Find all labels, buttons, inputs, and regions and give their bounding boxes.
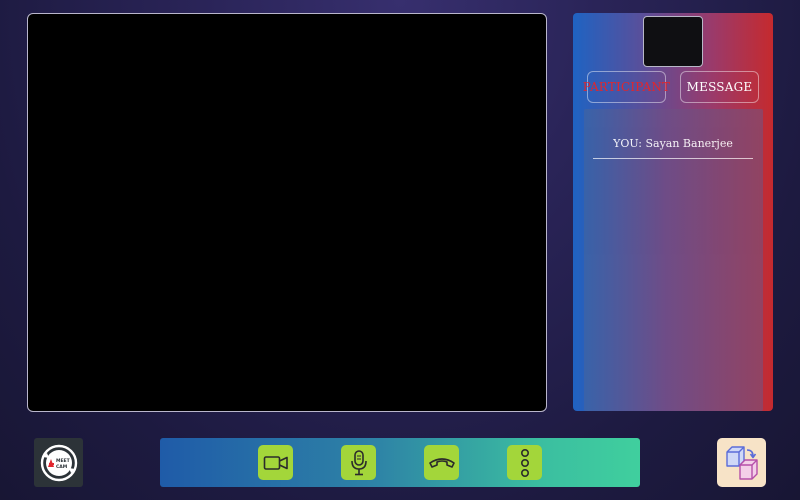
more-options-icon [520,448,529,477]
switch-layout-button[interactable] [717,438,766,487]
more-options-button[interactable] [507,445,542,480]
participant-name: YOU: Sayan Banerjee [613,137,733,150]
end-call-button[interactable] [424,445,459,480]
microphone-icon [350,449,367,475]
participant-item: YOU: Sayan Banerjee [593,129,753,159]
self-view-video [643,16,703,67]
logo-text-line2: CAM [56,464,68,470]
tab-participant[interactable]: PARTICIPANT [583,71,670,103]
side-panel: PARTICIPANT MESSAGE YOU: Sayan Banerjee [573,13,773,411]
app-logo: MEET CAM [34,438,83,487]
call-controls-bar [160,438,640,487]
tab-message[interactable]: MESSAGE [680,71,759,103]
logo-text-line1: MEET [56,458,71,464]
toggle-camera-button[interactable] [258,445,293,480]
tab-message-label: MESSAGE [686,80,753,94]
participant-list: YOU: Sayan Banerjee [584,109,763,411]
tab-participant-label: PARTICIPANT [582,80,671,94]
toggle-mic-button[interactable] [341,445,376,480]
video-camera-icon [263,455,288,470]
switch-layout-icon [725,445,758,480]
main-video-stage [27,13,547,412]
meet-cam-logo-icon: MEET CAM [40,444,77,481]
hang-up-icon [428,457,455,468]
